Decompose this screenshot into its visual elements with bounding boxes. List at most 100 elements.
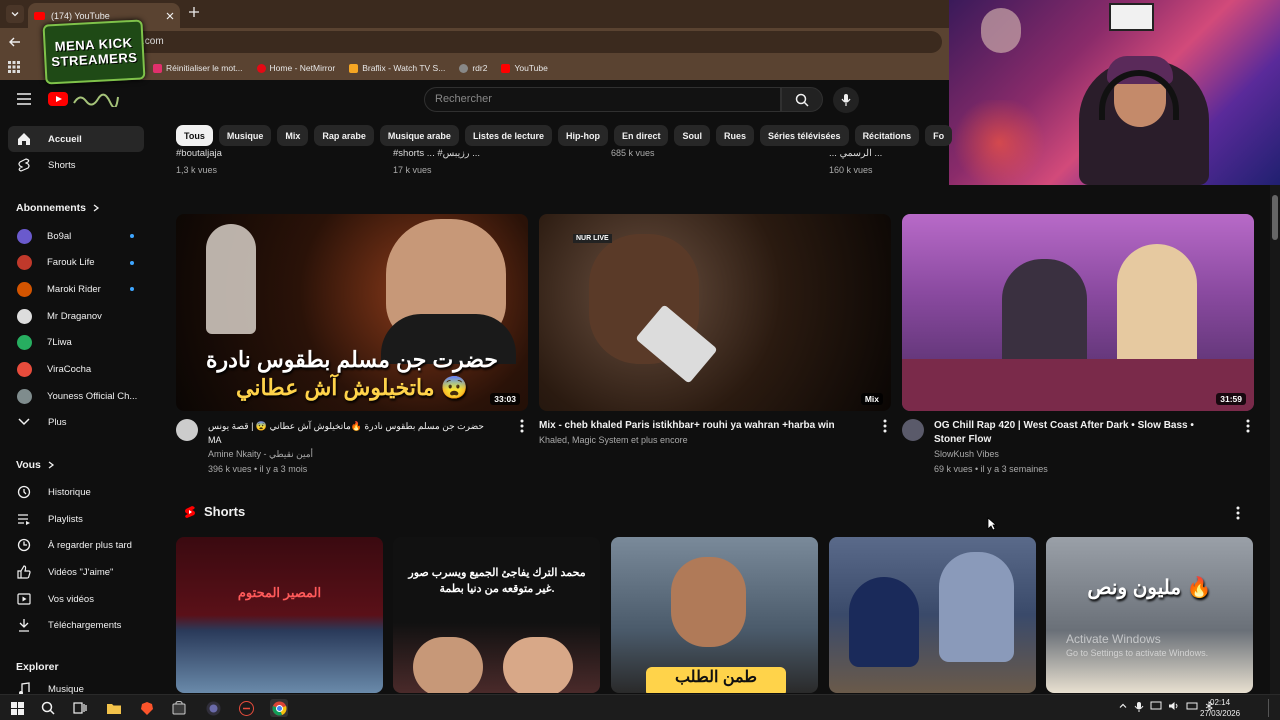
sidebar-item-subscription[interactable]: Farouk Life xyxy=(8,250,144,276)
search-button[interactable] xyxy=(781,87,823,112)
sidebar-item-home[interactable]: Accueil xyxy=(8,126,144,152)
chip-1[interactable]: Musique xyxy=(218,125,272,146)
chevron-down-icon xyxy=(11,12,19,17)
chrome-icon[interactable] xyxy=(270,699,288,717)
video-title[interactable]: حضرت جن مسلم بطقوس نادرة 🔥ماتخيلوش آش عط… xyxy=(208,419,498,447)
file-explorer-icon[interactable] xyxy=(105,699,123,717)
more-options-icon[interactable] xyxy=(520,419,524,433)
sidebar-item-watch-later[interactable]: À regarder plus tard xyxy=(8,532,144,558)
download-icon xyxy=(16,617,32,633)
you-heading[interactable]: Vous xyxy=(16,459,55,471)
chip-9[interactable]: Rues xyxy=(715,125,754,146)
store-icon[interactable] xyxy=(170,699,188,717)
sidebar-item-downloads[interactable]: Téléchargements xyxy=(8,612,144,638)
scrollbar-thumb[interactable] xyxy=(1272,195,1278,240)
microphone-icon xyxy=(1134,702,1144,712)
menu-icon[interactable] xyxy=(16,92,32,106)
short-card[interactable]: مليون ونص 🔥 xyxy=(1046,537,1253,693)
sidebar-item-shorts[interactable]: Shorts xyxy=(8,152,144,178)
video-meta: 1,3 k vues xyxy=(176,165,218,175)
chip-8[interactable]: Soul xyxy=(674,125,710,146)
tab-list-button[interactable] xyxy=(6,5,24,23)
close-tab-icon[interactable] xyxy=(166,12,174,20)
search-input[interactable]: Rechercher xyxy=(424,87,781,112)
sidebar-item-subscription[interactable]: Mr Draganov xyxy=(8,303,144,329)
short-card[interactable]: المصير المحتوم xyxy=(176,537,383,693)
youtube-doodle-logo xyxy=(72,91,120,107)
channel-name[interactable]: SlowKush Vibes xyxy=(934,447,1228,462)
brave-browser-icon[interactable] xyxy=(138,699,156,717)
video-card[interactable]: حضرت جن مسلم بطقوس نادرة ماتخيلوش آش عطا… xyxy=(176,214,528,477)
taskbar-clock[interactable]: 02:14 27/03/2026 xyxy=(1200,697,1240,719)
task-view-icon[interactable] xyxy=(71,699,89,717)
search-icon[interactable] xyxy=(39,699,57,717)
sidebar-item-liked-videos[interactable]: Vidéos "J'aime" xyxy=(8,559,144,585)
sidebar-item-label: Téléchargements xyxy=(48,619,122,631)
short-card[interactable] xyxy=(829,537,1036,693)
voice-search-button[interactable] xyxy=(833,87,859,113)
chip-5[interactable]: Listes de lecture xyxy=(464,125,552,146)
chip-12[interactable]: Fo xyxy=(925,125,953,146)
bookmark-youtube[interactable]: YouTube xyxy=(501,63,548,73)
previous-video-card-3[interactable]: 685 k vues xyxy=(611,148,655,158)
video-title[interactable]: Mix - cheb khaled Paris istikhbar+ rouhi… xyxy=(539,419,861,433)
video-title: #boutaljaja xyxy=(176,148,222,159)
url-field[interactable]: .com xyxy=(62,31,942,53)
new-tab-button[interactable] xyxy=(188,6,200,18)
video-thumbnail[interactable]: حضرت جن مسلم بطقوس نادرة ماتخيلوش آش عطا… xyxy=(176,214,528,411)
chip-11[interactable]: Récitations xyxy=(854,125,920,146)
sidebar-item-more[interactable]: Plus xyxy=(8,409,144,435)
video-thumbnail[interactable]: 31:59 xyxy=(902,214,1254,411)
app-icon[interactable] xyxy=(237,699,255,717)
channel-name[interactable]: Amine Nkaity - أمين نقيطي xyxy=(208,447,498,462)
short-card[interactable]: طمن الطلب xyxy=(611,537,818,693)
sidebar-item-playlists[interactable]: Playlists xyxy=(8,506,144,532)
chip-10[interactable]: Séries télévisées xyxy=(760,125,849,146)
sidebar-item-subscription[interactable]: Maroki Rider xyxy=(8,276,144,302)
previous-video-card-2[interactable]: #shorts ... #رزيبس ... 17 k vues xyxy=(393,148,480,175)
channel-name[interactable]: Khaled, Magic System et plus encore xyxy=(539,433,861,448)
video-thumbnail[interactable]: NUR LIVE Mix xyxy=(539,214,891,411)
you-title: Vous xyxy=(16,459,41,471)
previous-video-card-4[interactable]: ... الرسمي ... 160 k vues xyxy=(829,148,882,175)
sidebar-item-label: Maroki Rider xyxy=(47,283,101,295)
video-info: حضرت جن مسلم بطقوس نادرة 🔥ماتخيلوش آش عط… xyxy=(176,419,528,477)
sidebar-item-subscription[interactable]: Bo9al xyxy=(8,223,144,249)
sidebar-item-label: Bo9al xyxy=(47,230,72,242)
channel-avatar[interactable] xyxy=(176,419,198,441)
obs-icon[interactable] xyxy=(204,699,222,717)
video-card[interactable]: NUR LIVE Mix Mix - cheb khaled Paris ist… xyxy=(539,214,891,448)
more-options-icon[interactable] xyxy=(1246,419,1250,433)
chip-7[interactable]: En direct xyxy=(613,125,669,146)
video-title[interactable]: OG Chill Rap 420 | West Coast After Dark… xyxy=(934,419,1228,447)
sidebar-item-your-videos[interactable]: Vos vidéos xyxy=(8,586,144,612)
chip-2[interactable]: Mix xyxy=(277,125,309,146)
shorts-more-options-icon[interactable] xyxy=(1236,506,1240,520)
windows-start-icon[interactable] xyxy=(8,699,26,717)
short-card[interactable]: محمد الترك يفاجئ الجميع ويسرب صور غير مت… xyxy=(393,537,600,693)
bookmark-netmirror[interactable]: Home - NetMirror xyxy=(256,63,335,73)
sidebar-item-history[interactable]: Historique xyxy=(8,479,144,505)
video-card[interactable]: 31:59 OG Chill Rap 420 | West Coast Afte… xyxy=(902,214,1254,477)
more-options-icon[interactable] xyxy=(883,419,887,433)
bookmark-reset-password[interactable]: Réinitialiser le mot... xyxy=(153,63,243,73)
chip-4[interactable]: Musique arabe xyxy=(379,125,459,146)
subscriptions-heading[interactable]: Abonnements xyxy=(16,202,100,214)
apps-grid-icon[interactable] xyxy=(8,61,22,75)
channel-avatar[interactable] xyxy=(902,419,924,441)
sidebar-item-subscription[interactable]: ViraCocha xyxy=(8,357,144,383)
show-desktop-button[interactable] xyxy=(1268,699,1274,717)
chip-3[interactable]: Rap arabe xyxy=(314,125,374,146)
previous-video-card-1[interactable]: #boutaljaja 1,3 k vues xyxy=(176,148,222,175)
back-button[interactable] xyxy=(8,35,22,49)
bookmark-rdr2[interactable]: rdr2 xyxy=(459,63,487,73)
bookmark-braflix[interactable]: Braflix - Watch TV S... xyxy=(349,63,445,73)
sidebar-item-subscription[interactable]: 7Liwa xyxy=(8,330,144,356)
sidebar-item-subscription[interactable]: Youness Official Ch... xyxy=(8,383,144,409)
chip-0[interactable]: Tous xyxy=(176,125,213,146)
bookmark-label: YouTube xyxy=(514,63,548,73)
page-scrollbar[interactable] xyxy=(1270,185,1280,694)
chip-6[interactable]: Hip-hop xyxy=(557,125,608,146)
category-chips-bar: Tous Musique Mix Rap arabe Musique arabe List… xyxy=(176,125,1280,147)
youtube-logo[interactable] xyxy=(48,91,120,107)
